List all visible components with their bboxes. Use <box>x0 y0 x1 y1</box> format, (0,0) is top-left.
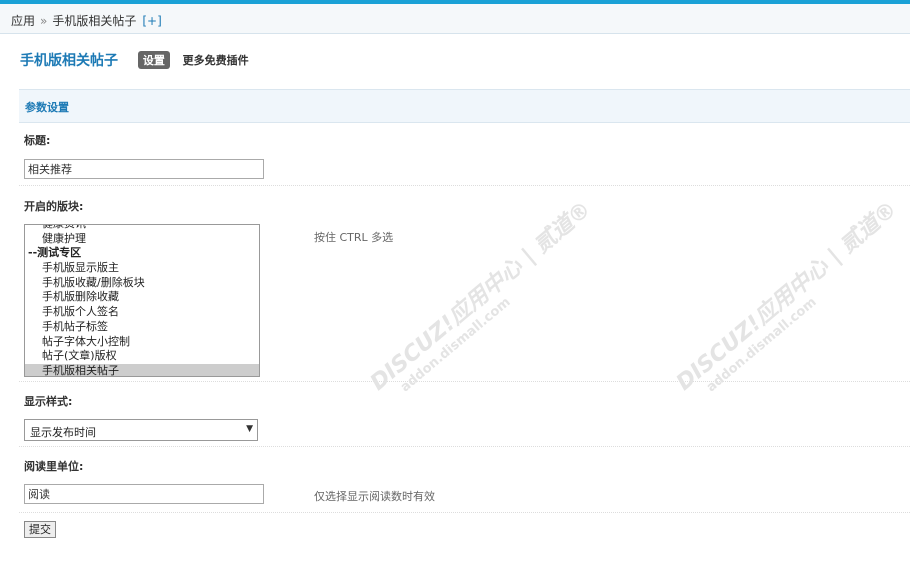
forum-option[interactable]: 手机版删除收藏 <box>25 290 259 305</box>
section-title: 参数设置 <box>25 101 69 114</box>
style-select[interactable]: 显示发布时间 ▼ <box>24 419 258 441</box>
unit-hint: 仅选择显示阅读数时有效 <box>314 490 435 503</box>
submit-button[interactable]: 提交 <box>24 521 56 538</box>
tab-settings[interactable]: 设置 <box>137 51 170 69</box>
forum-option[interactable]: 健康护理 <box>25 232 259 247</box>
forum-option[interactable]: 手机版个人签名 <box>25 305 259 320</box>
divider <box>19 381 910 382</box>
forum-option[interactable]: --测试专区 <box>25 246 259 261</box>
title-label: 标题: <box>24 134 51 147</box>
divider <box>19 185 910 186</box>
forum-option[interactable]: 手机帖子标签 <box>25 320 259 335</box>
add-shortcut-link[interactable]: [+] <box>142 14 161 28</box>
breadcrumb: 应用 » 手机版相关帖子 [+] <box>11 12 162 29</box>
section-header: 参数设置 <box>19 89 910 123</box>
forum-option[interactable]: 手机版相关帖子 <box>25 363 259 376</box>
forum-option[interactable]: 帖子字体大小控制 <box>25 335 259 350</box>
unit-label: 阅读里单位: <box>24 460 84 473</box>
forum-option[interactable]: 健康资讯 <box>25 225 259 232</box>
forum-option[interactable]: 手机版收藏/删除板块 <box>25 276 259 291</box>
style-select-value: 显示发布时间 <box>30 426 96 439</box>
more-plugins-link[interactable]: 更多免费插件 <box>183 54 249 67</box>
dropdown-arrow-icon: ▼ <box>246 424 253 434</box>
breadcrumb-separator: » <box>40 14 48 28</box>
title-input[interactable] <box>24 159 264 179</box>
breadcrumb-bar: 应用 » 手机版相关帖子 [+] <box>0 4 910 34</box>
plugin-title: 手机版相关帖子 <box>20 53 118 69</box>
plugin-header: 手机版相关帖子 设置 更多免费插件 <box>20 50 249 69</box>
breadcrumb-current: 手机版相关帖子 <box>52 14 137 28</box>
divider <box>19 512 910 513</box>
forums-hint: 按住 CTRL 多选 <box>314 231 394 244</box>
style-label: 显示样式: <box>24 395 73 408</box>
forums-option-list: 健康资讯健康护理--测试专区手机版显示版主手机版收藏/删除板块手机版删除收藏手机… <box>25 225 259 376</box>
watermark: DISCUZ!应用中心 | 贰道® addon.dismall.com <box>365 196 597 396</box>
divider <box>19 446 910 447</box>
breadcrumb-root[interactable]: 应用 <box>11 14 35 28</box>
forums-label: 开启的版块: <box>24 200 84 213</box>
watermark: DISCUZ!应用中心 | 贰道® addon.dismall.com <box>671 196 903 396</box>
forum-option[interactable]: 手机版显示版主 <box>25 261 259 276</box>
unit-input[interactable] <box>24 484 264 504</box>
forums-multiselect[interactable]: 健康资讯健康护理--测试专区手机版显示版主手机版收藏/删除板块手机版删除收藏手机… <box>24 224 260 377</box>
forum-option[interactable]: 帖子(文章)版权 <box>25 349 259 364</box>
